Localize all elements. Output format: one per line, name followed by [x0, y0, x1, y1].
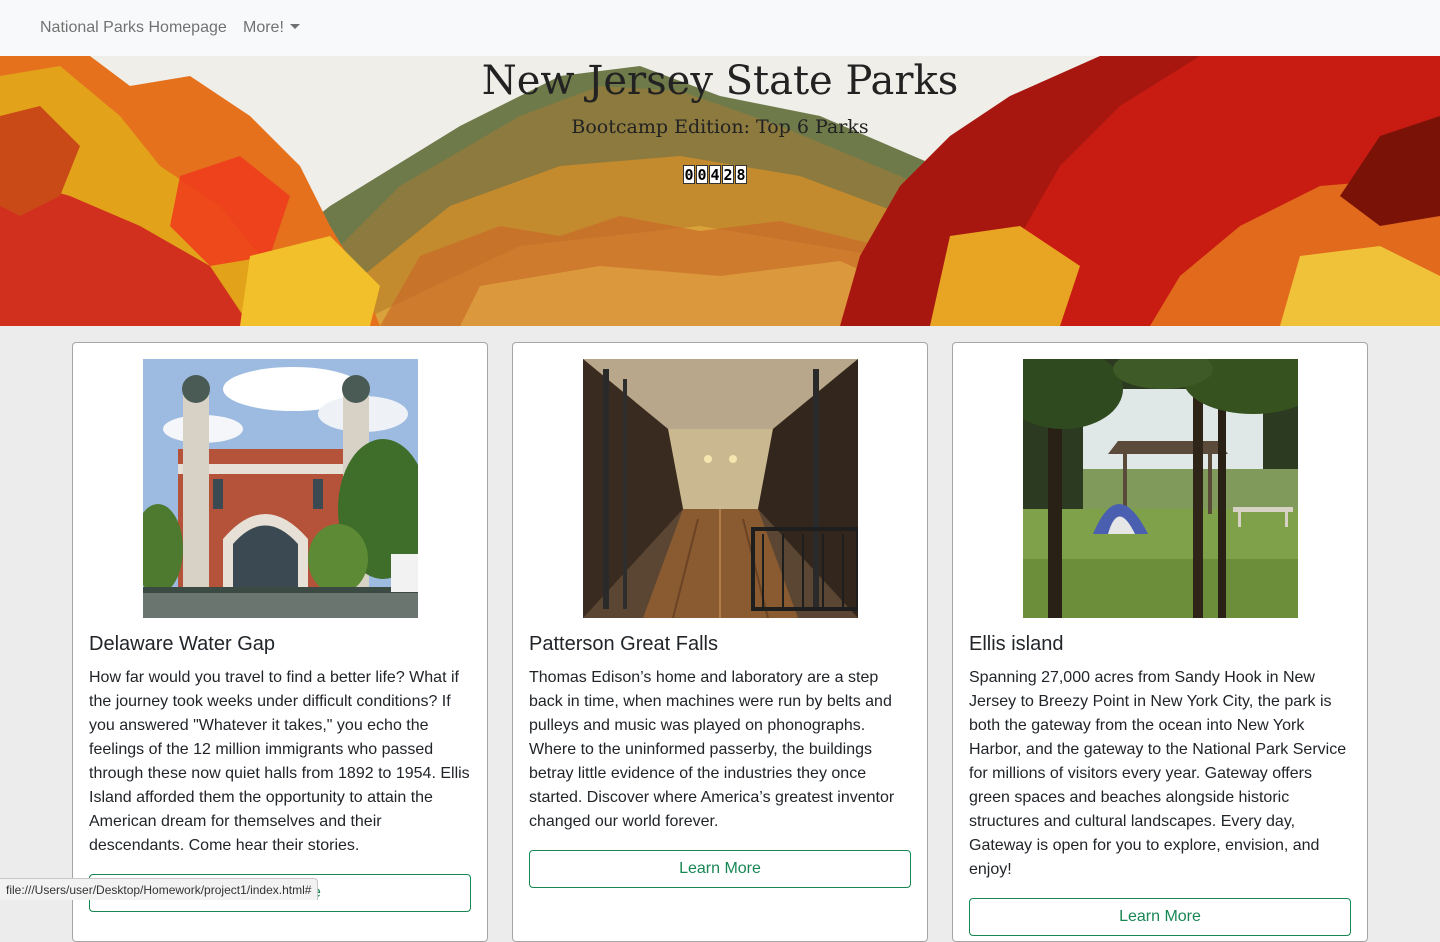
caret-down-icon [289, 24, 300, 29]
park-photo-ellis-island-building [143, 359, 418, 618]
park-card-patterson-great-falls: Patterson Great Falls Thomas Edison’s ho… [512, 342, 928, 942]
card-title: Patterson Great Falls [529, 633, 718, 655]
park-card-ellis-island: Ellis island Spanning 27,000 acres from … [952, 342, 1368, 942]
counter-digit: 2 [722, 165, 734, 184]
counter-digit: 8 [735, 165, 747, 184]
navbar: National Parks Homepage More! [0, 0, 1440, 56]
card-description: How far would you travel to find a bette… [89, 669, 470, 854]
card-description: Spanning 27,000 acres from Sandy Hook in… [969, 669, 1347, 878]
park-photo-edison-laboratory [583, 359, 858, 618]
hero-banner: New Jersey State Parks Bootcamp Edition:… [0, 56, 1440, 326]
visitor-counter: 0 0 4 2 8 [683, 165, 747, 185]
nav-more-dropdown[interactable]: More! [243, 0, 300, 56]
park-photo-campsite [1023, 359, 1298, 618]
counter-digit: 0 [696, 165, 708, 184]
counter-digit: 0 [683, 165, 695, 184]
browser-status-bar: file:///Users/user/Desktop/Homework/proj… [0, 878, 319, 900]
counter-digit: 4 [709, 165, 721, 184]
nav-more-label: More! [243, 19, 284, 36]
page-subtitle: Bootcamp Edition: Top 6 Parks [571, 116, 869, 138]
learn-more-button[interactable]: Learn More [529, 850, 911, 888]
card-title: Delaware Water Gap [89, 633, 275, 655]
learn-more-button[interactable]: Learn More [969, 898, 1351, 936]
page-title: New Jersey State Parks [481, 58, 959, 104]
card-title: Ellis island [969, 633, 1064, 655]
card-description: Thomas Edison’s home and laboratory are … [529, 669, 895, 830]
nav-home-link[interactable]: National Parks Homepage [40, 0, 227, 56]
park-card-delaware-water-gap: Delaware Water Gap How far would you tra… [72, 342, 488, 942]
